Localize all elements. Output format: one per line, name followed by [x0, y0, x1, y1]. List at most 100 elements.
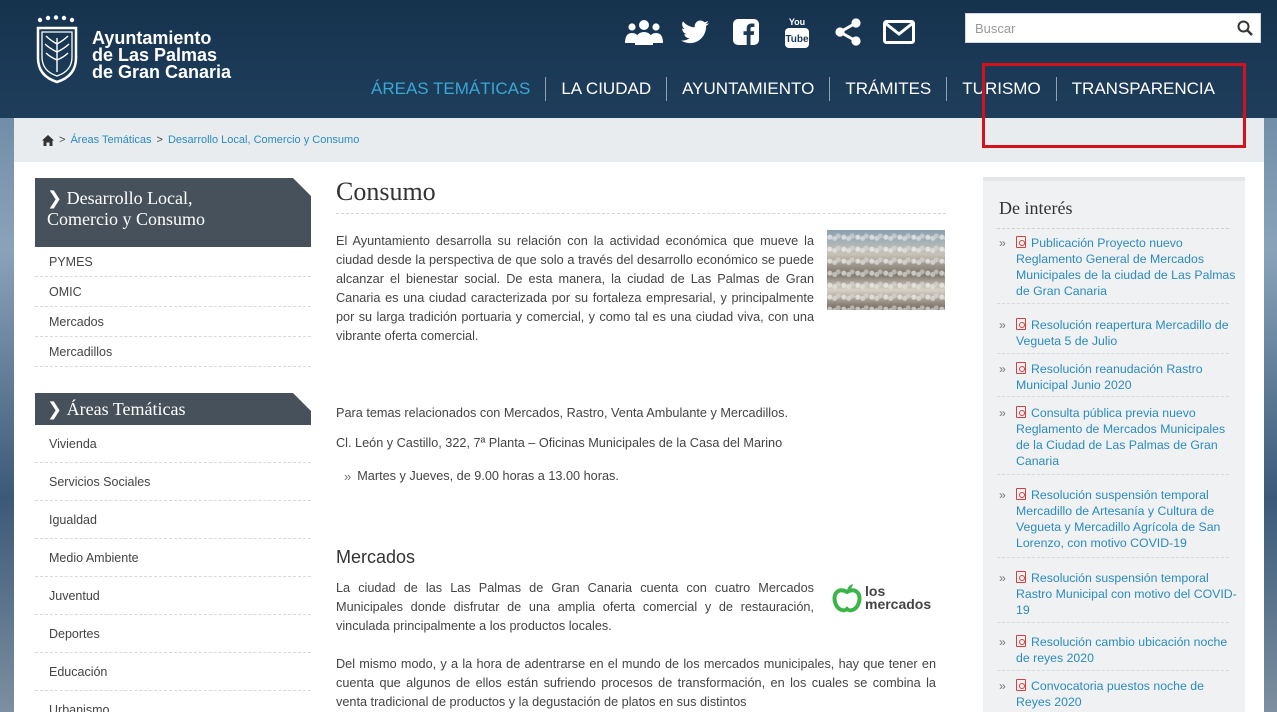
intro-paragraph: El Ayuntamiento desarrolla su relación c…: [336, 234, 814, 343]
search-icon[interactable]: [1236, 19, 1254, 37]
nav-ayuntamiento[interactable]: AYUNTAMIENTO: [667, 79, 829, 99]
chevron-right-icon: ❯: [47, 188, 63, 209]
sidebar-section-desarrollo[interactable]: ❯ Desarrollo Local, Comercio y Consumo: [35, 178, 311, 247]
sidebar-item-mercadillos[interactable]: Mercadillos: [35, 337, 311, 367]
page-title: Consumo: [336, 177, 946, 214]
interes-link[interactable]: » Resolución reanudación Rastro Municipa…: [999, 361, 1239, 393]
interes-link-text: Resolución suspensión temporal Rastro Mu…: [1016, 571, 1237, 617]
sidebar-item-mercados[interactable]: Mercados: [35, 307, 311, 337]
interes-link-text: Resolución cambio ubicación noche de rey…: [1016, 635, 1228, 665]
breadcrumb-bar: > Áreas Temáticas > Desarrollo Local, Co…: [14, 118, 1264, 162]
share-icon[interactable]: [822, 14, 873, 50]
mail-icon[interactable]: [873, 14, 924, 50]
youtube-you-text: You: [788, 17, 804, 27]
corner-decoration: [293, 393, 311, 411]
sidebar-title-line-2: Comercio y Consumo: [47, 209, 205, 229]
divider: [997, 670, 1229, 671]
bullet-arrow-icon: »: [999, 406, 1006, 420]
interes-link[interactable]: » Publicación Proyecto nuevo Reglamento …: [999, 235, 1239, 299]
pdf-icon: [1016, 236, 1026, 248]
divider: [997, 557, 1229, 558]
pdf-icon: [1016, 406, 1026, 418]
bullet-arrow-icon: »: [999, 571, 1006, 585]
market-photo: [827, 230, 945, 310]
nav-turismo[interactable]: TURISMO: [947, 79, 1055, 99]
interes-link[interactable]: » Resolución reapertura Mercadillo de Ve…: [999, 317, 1239, 349]
interes-link[interactable]: » Resolución cambio ubicación noche de r…: [999, 634, 1239, 666]
pdf-icon: [1016, 488, 1026, 500]
breadcrumb-separator: >: [156, 134, 163, 146]
sidebar-item-servicios-sociales[interactable]: Servicios Sociales: [35, 463, 311, 501]
divider: [997, 396, 1229, 397]
corner-decoration: [293, 178, 311, 196]
nav-tramites[interactable]: TRÁMITES: [830, 79, 946, 99]
de-interes-panel: De interés » Publicación Proyecto nuevo …: [983, 177, 1245, 712]
interes-link[interactable]: » Convocatoria puestos noche de Reyes 20…: [999, 678, 1239, 710]
apple-icon: [832, 584, 862, 613]
logo-text: Ayuntamiento de Las Palmas de Gran Canar…: [92, 29, 232, 82]
bullet-arrow-icon: »: [999, 318, 1006, 332]
sidebar-item-urbanismo[interactable]: Urbanismo: [35, 691, 311, 712]
mercados-heading: Mercados: [336, 547, 416, 567]
sidebar-section-areas[interactable]: ❯ Áreas Temáticas: [35, 393, 311, 425]
sidebar-title-areas: Áreas Temáticas: [66, 399, 186, 419]
search-input[interactable]: [966, 14, 1226, 42]
pdf-icon: [1016, 362, 1026, 374]
sidebar-item-vivienda[interactable]: Vivienda: [35, 425, 311, 463]
pdf-icon: [1016, 318, 1026, 330]
facebook-icon[interactable]: [720, 14, 771, 50]
interes-link[interactable]: » Resolución suspensión temporal Rastro …: [999, 570, 1239, 618]
divider: [997, 474, 1229, 475]
site-logo[interactable]: Ayuntamiento de Las Palmas de Gran Canar…: [34, 14, 231, 84]
interes-link-text: Resolución reanudación Rastro Municipal …: [1016, 362, 1203, 392]
breadcrumb-separator: >: [59, 134, 66, 146]
logo-mercados-text: mercados: [865, 596, 932, 612]
content-panel: ❯ Desarrollo Local, Comercio y Consumo P…: [14, 162, 1264, 712]
breadcrumb-desarrollo-local[interactable]: Desarrollo Local, Comercio y Consumo: [168, 134, 359, 146]
interes-link-text: Resolución suspensión temporal Mercadill…: [1016, 488, 1221, 550]
schedule-item: » Martes y Jueves, de 9.00 horas a 13.00…: [344, 469, 619, 484]
bullet-arrow-icon: »: [344, 469, 352, 484]
divider: [997, 622, 1229, 623]
divider: [997, 303, 1229, 304]
sidebar-item-igualdad[interactable]: Igualdad: [35, 501, 311, 539]
sidebar-item-juventud[interactable]: Juventud: [35, 577, 311, 615]
sidebar-item-omic[interactable]: OMIC: [35, 277, 311, 307]
interes-link[interactable]: » Resolución suspensión temporal Mercadi…: [999, 487, 1239, 551]
los-mercados-logo[interactable]: los mercados: [832, 583, 931, 613]
pdf-icon: [1016, 635, 1026, 647]
pdf-icon: [1016, 679, 1026, 691]
bullet-arrow-icon: »: [999, 362, 1006, 376]
youtube-icon[interactable]: You Tube: [771, 14, 822, 50]
sidebar-list-areas: Vivienda Servicios Sociales Igualdad Med…: [35, 425, 311, 712]
divider: [997, 228, 1229, 229]
social-links: You Tube: [618, 14, 924, 50]
coat-of-arms-icon: [36, 15, 78, 84]
nav-transparencia[interactable]: TRANSPARENCIA: [1057, 79, 1230, 99]
bullet-arrow-icon: »: [999, 236, 1006, 250]
logo-line-3: de Gran Canaria: [92, 62, 232, 82]
sidebar-item-educacion[interactable]: Educación: [35, 653, 311, 691]
interes-link-text: Consulta pública previa nuevo Reglamento…: [1016, 406, 1226, 468]
nav-la-ciudad[interactable]: LA CIUDAD: [546, 79, 666, 99]
bullet-arrow-icon: »: [999, 635, 1006, 649]
home-icon[interactable]: [42, 134, 54, 146]
interes-link-text: Convocatoria puestos noche de Reyes 2020: [1016, 679, 1204, 709]
twitter-icon[interactable]: [669, 14, 720, 50]
mercados-paragraph-2: Del mismo modo, y a la hora de adentrars…: [336, 657, 936, 709]
search-box: [965, 13, 1261, 43]
sidebar-list-desarrollo: PYMES OMIC Mercados Mercadillos: [35, 247, 311, 367]
community-icon[interactable]: [618, 14, 669, 50]
sidebar-item-medio-ambiente[interactable]: Medio Ambiente: [35, 539, 311, 577]
breadcrumb-areas-tematicas[interactable]: Áreas Temáticas: [70, 134, 151, 146]
sidebar-item-deportes[interactable]: Deportes: [35, 615, 311, 653]
interes-link-text: Publicación Proyecto nuevo Reglamento Ge…: [1016, 236, 1236, 298]
schedule-text: Martes y Jueves, de 9.00 horas a 13.00 h…: [357, 469, 619, 483]
sidebar-item-pymes[interactable]: PYMES: [35, 247, 311, 277]
interes-link[interactable]: » Consulta pública previa nuevo Reglamen…: [999, 405, 1239, 469]
nav-areas-tematicas[interactable]: ÁREAS TEMÁTICAS: [356, 79, 545, 99]
youtube-tube-text: Tube: [785, 34, 809, 45]
sidebar-title-line-1: Desarrollo Local,: [66, 188, 193, 208]
site-header: Ayuntamiento de Las Palmas de Gran Canar…: [0, 0, 1277, 118]
main-nav: ÁREAS TEMÁTICAS LA CIUDAD AYUNTAMIENTO T…: [356, 77, 1230, 101]
